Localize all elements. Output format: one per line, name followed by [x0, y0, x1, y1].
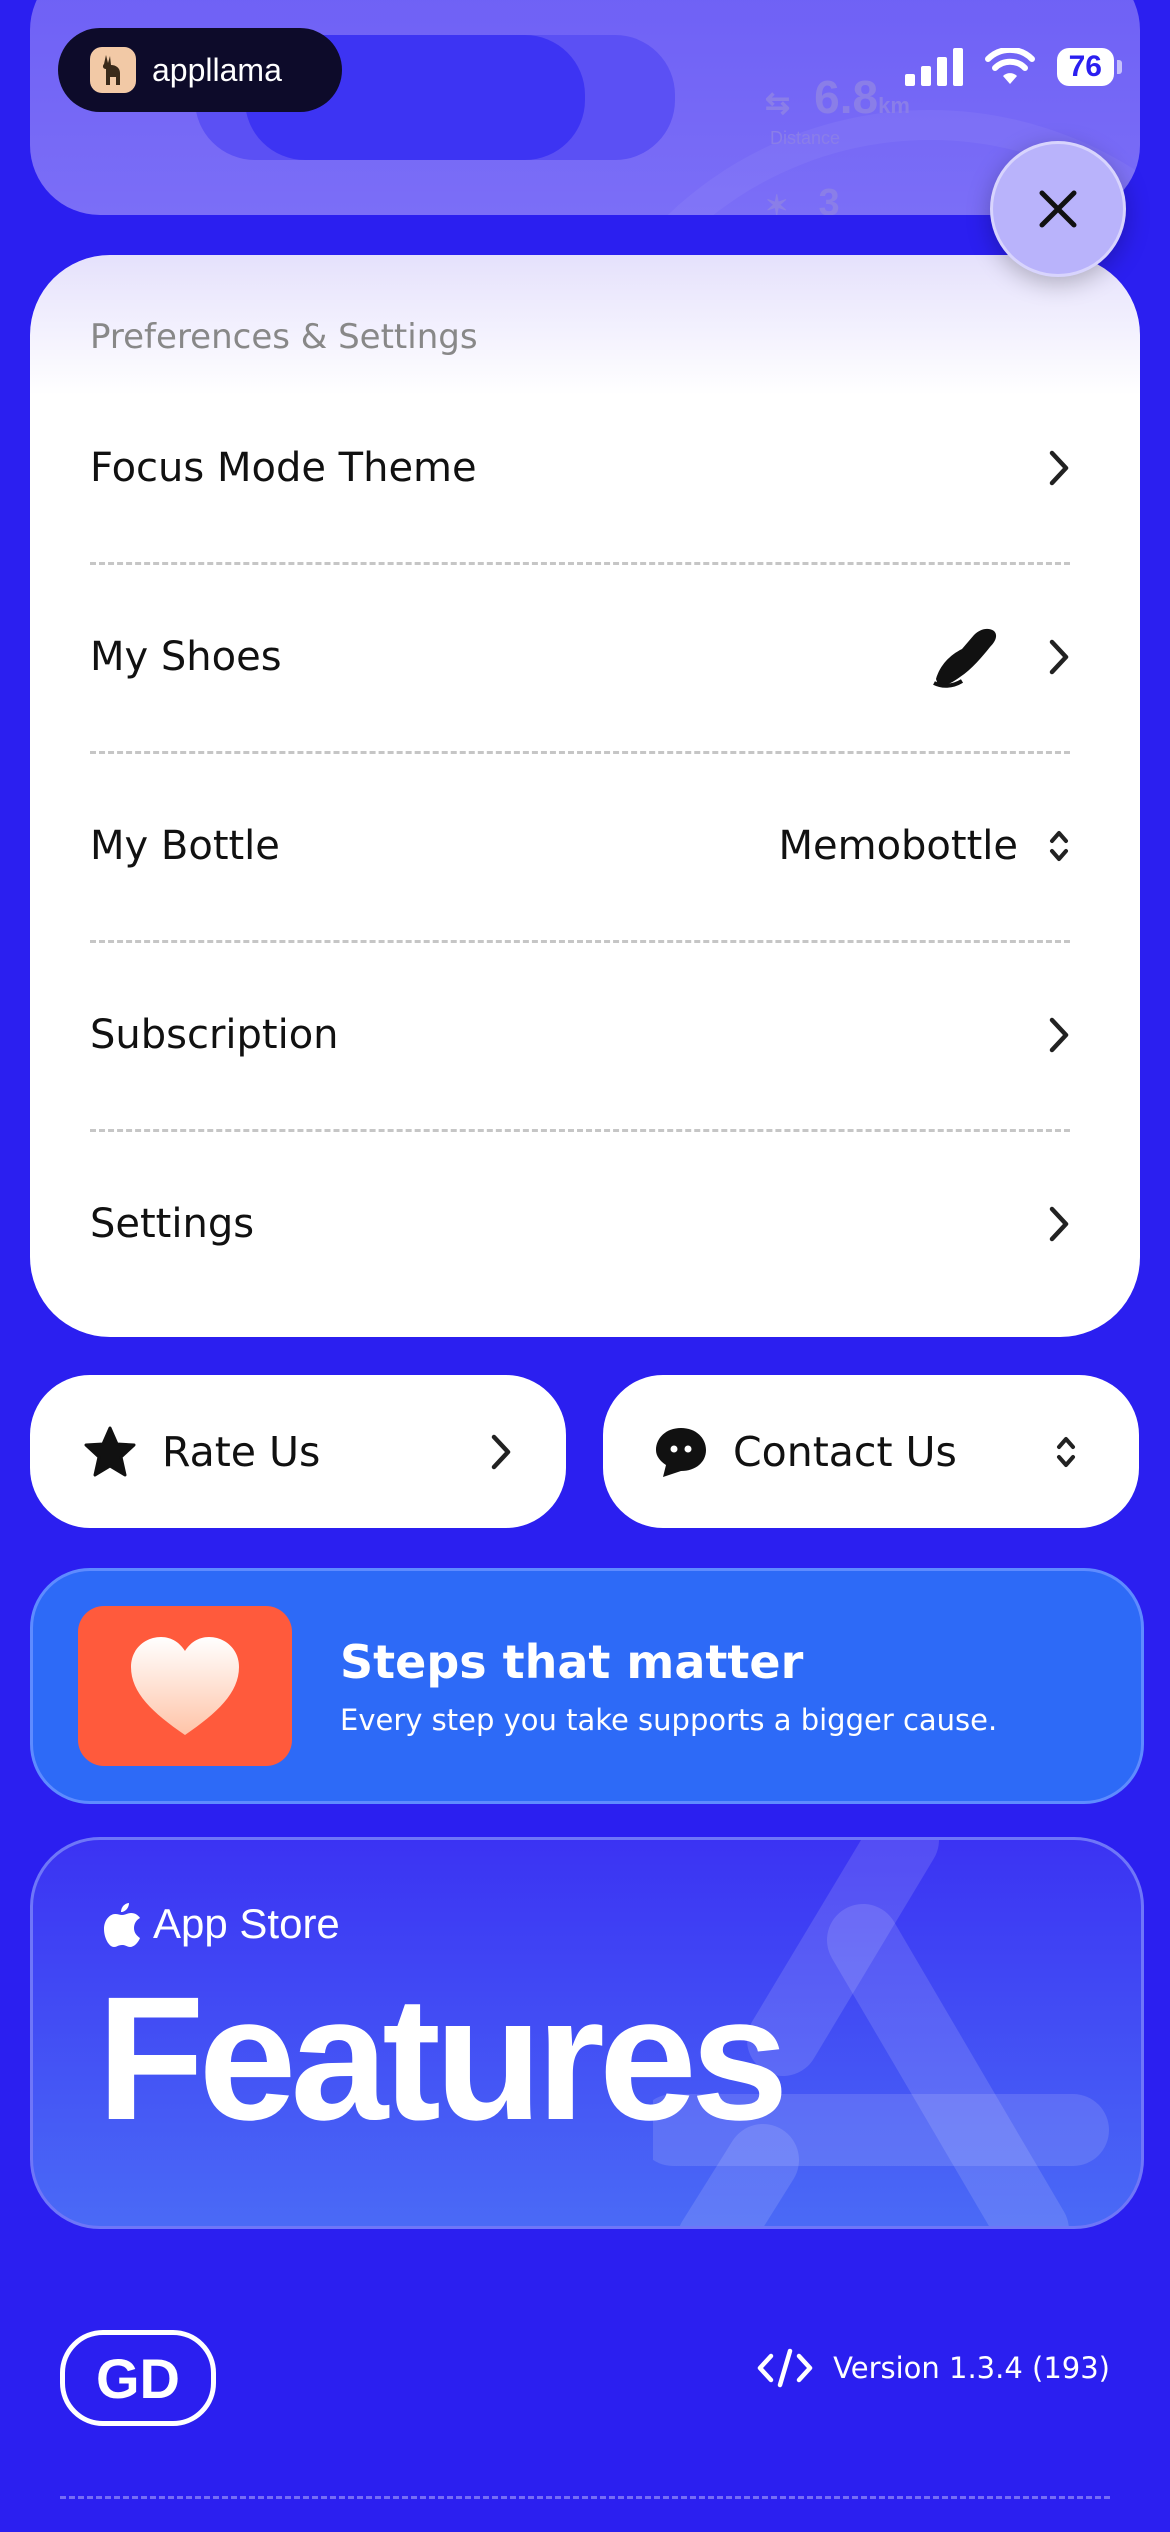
chevron-right-icon — [1049, 450, 1069, 485]
menu-item-my-bottle[interactable]: My Bottle Memobottle — [90, 751, 1070, 943]
menu-item-label: Settings — [90, 1200, 255, 1247]
shoe-icon — [933, 628, 997, 688]
chevron-right-icon — [491, 1434, 511, 1469]
route-icon: ⇆ — [765, 87, 791, 120]
features-headline: Features — [97, 1961, 789, 2157]
steps-icon: ✶ — [765, 190, 789, 215]
cellular-signal-icon — [904, 48, 963, 86]
menu-item-label: Focus Mode Theme — [90, 444, 477, 491]
version-info: Version 1.3.4 (193) — [757, 2348, 1110, 2388]
heart-icon — [131, 1637, 239, 1735]
menu-item-settings[interactable]: Settings — [90, 1129, 1070, 1318]
store-name: App Store — [153, 1900, 340, 1947]
brand-logo-text: GD — [96, 2346, 180, 2410]
close-button[interactable] — [990, 141, 1126, 277]
banner-text: Steps that matter Every step you take su… — [340, 1635, 997, 1737]
menu-item-label: My Bottle — [90, 822, 280, 869]
llama-logo-icon — [90, 47, 136, 93]
contact-us-label: Contact Us — [733, 1427, 957, 1476]
banner-subtitle: Every step you take supports a bigger ca… — [340, 1703, 998, 1737]
chevron-right-icon — [1049, 1206, 1069, 1241]
menu-item-my-shoes[interactable]: My Shoes — [90, 562, 1070, 754]
status-bar: 76 — [904, 48, 1122, 86]
steps-that-matter-banner[interactable]: Steps that matter Every step you take su… — [30, 1568, 1144, 1804]
battery-level: 76 — [1056, 48, 1114, 86]
menu-item-label: Subscription — [90, 1011, 339, 1058]
footer-divider — [60, 2496, 1110, 2499]
wifi-icon — [984, 48, 1035, 84]
star-icon — [84, 1426, 136, 1476]
distance-readout: ⇆ 6.8km — [765, 71, 910, 123]
rate-us-label: Rate Us — [162, 1427, 321, 1476]
rate-us-button[interactable]: Rate Us — [30, 1375, 566, 1528]
battery-indicator: 76 — [1056, 48, 1122, 86]
distance-label: Distance — [770, 128, 841, 148]
menu-item-focus-mode-theme[interactable]: Focus Mode Theme — [90, 373, 1070, 565]
app-badge-label: appllama — [152, 51, 282, 88]
secondary-readout: ✶ 3 — [765, 182, 840, 215]
code-icon — [757, 2348, 813, 2388]
chevron-updown-icon — [1050, 830, 1068, 861]
app-badge: appllama — [58, 28, 342, 112]
chevron-right-icon — [1049, 639, 1069, 674]
banner-title: Steps that matter — [340, 1635, 804, 1689]
battery-cap — [1117, 60, 1122, 74]
section-title: Preferences & Settings — [90, 317, 478, 357]
menu-item-label: My Shoes — [90, 633, 282, 680]
contact-us-button[interactable]: Contact Us — [603, 1375, 1139, 1528]
chat-bubble-icon — [656, 1427, 706, 1477]
version-label: Version 1.3.4 (193) — [833, 2351, 1110, 2385]
app-store-features-card[interactable]: App Store Features — [30, 1837, 1144, 2229]
brand-logo: GD — [60, 2330, 216, 2426]
preferences-card: Preferences & Settings Focus Mode Theme … — [30, 255, 1140, 1337]
close-icon — [1039, 190, 1077, 228]
heart-tile — [78, 1606, 292, 1766]
chevron-updown-icon — [1057, 1436, 1075, 1467]
chevron-right-icon — [1049, 1017, 1069, 1052]
bottle-select-value: Memobottle — [778, 822, 1018, 869]
menu-item-subscription[interactable]: Subscription — [90, 940, 1070, 1132]
app-store-label: App Store — [103, 1900, 340, 1948]
apple-logo-icon — [104, 1903, 140, 1947]
